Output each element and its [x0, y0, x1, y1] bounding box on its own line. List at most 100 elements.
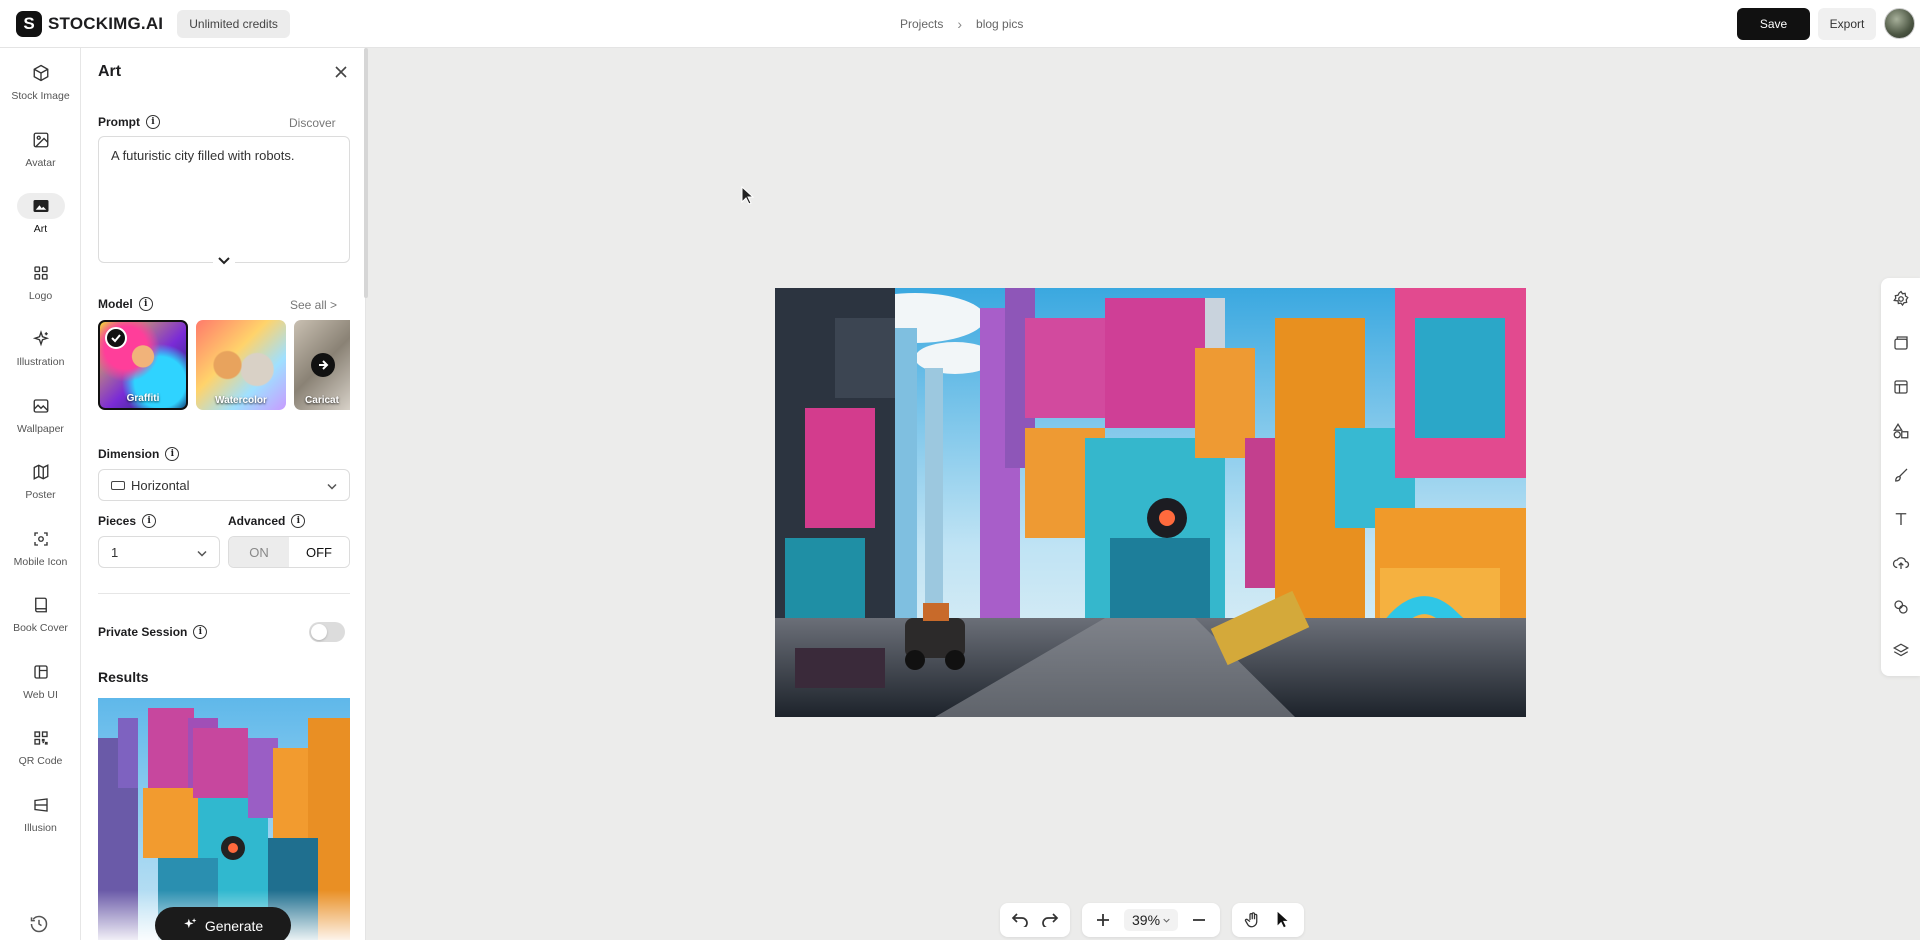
logo-text: STOCKIMG.AI: [48, 13, 164, 33]
qr-icon: [17, 725, 65, 751]
sparkle-icon: [183, 917, 197, 934]
nav-label: QR Code: [18, 755, 63, 767]
panel-title: Art: [98, 63, 122, 80]
tool-controls: [1232, 903, 1304, 937]
info-icon[interactable]: i: [193, 625, 208, 639]
pointer-icon[interactable]: [1268, 905, 1298, 935]
zoom-out-icon[interactable]: [1184, 905, 1214, 935]
divider: [98, 593, 350, 594]
nav-item-book-cover[interactable]: Book Cover: [0, 592, 81, 634]
folder-icon[interactable]: [1890, 332, 1912, 354]
nav-label: Stock Image: [11, 90, 70, 102]
chevron-right-icon: ›: [957, 16, 963, 32]
nav-item-stock-image[interactable]: Stock Image: [0, 60, 81, 102]
chevron-down-icon: [327, 478, 337, 493]
nav-label: Poster: [25, 489, 56, 501]
landscape-icon: [17, 393, 65, 419]
model-label: Model: [98, 297, 133, 311]
rectangle-icon: [111, 480, 125, 490]
layers-icon[interactable]: [1890, 640, 1912, 662]
upload-cloud-icon[interactable]: [1890, 552, 1912, 574]
user-avatar[interactable]: [1884, 8, 1915, 39]
undo-icon[interactable]: [1005, 905, 1035, 935]
nav-item-wallpaper[interactable]: Wallpaper: [0, 393, 81, 435]
generate-button[interactable]: Generate: [155, 907, 291, 940]
nav-item-illusion[interactable]: Illusion: [0, 792, 81, 834]
prompt-textarea[interactable]: A futuristic city filled with robots.: [98, 136, 350, 263]
info-icon[interactable]: i: [291, 514, 306, 528]
arrow-right-icon[interactable]: [311, 353, 335, 377]
results-title: Results: [98, 669, 149, 685]
model-card-graffiti[interactable]: Graffiti: [98, 320, 188, 410]
app-logo[interactable]: S STOCKIMG.AI: [16, 10, 164, 37]
left-nav: Stock Image Avatar Art Logo Illustration…: [0, 48, 81, 940]
chevron-down-icon[interactable]: [213, 252, 235, 270]
breadcrumb-current[interactable]: blog pics: [976, 17, 1023, 31]
nav-item-qr-code[interactable]: QR Code: [0, 725, 81, 767]
pieces-label-row: Pieces i: [98, 514, 157, 528]
advanced-label: Advanced: [228, 514, 286, 528]
nav-item-mobile-icon[interactable]: Mobile Icon: [0, 526, 81, 568]
sparkle-icon: [17, 326, 65, 352]
breadcrumb: Projects › blog pics: [900, 16, 1023, 32]
mouse-cursor-icon: [741, 185, 755, 209]
private-session-switch[interactable]: [309, 622, 345, 642]
nav-label: Art: [33, 223, 48, 235]
brush-icon[interactable]: [1890, 464, 1912, 486]
info-icon[interactable]: i: [165, 447, 180, 461]
nav-item-web-ui[interactable]: Web UI: [0, 659, 81, 701]
model-card-watercolor[interactable]: Watercolor: [196, 320, 286, 410]
info-icon[interactable]: i: [146, 115, 160, 129]
nav-item-logo[interactable]: Logo: [0, 260, 81, 302]
picture-icon: [16, 193, 65, 219]
model-name: Caricat: [305, 395, 339, 406]
template-icon[interactable]: [1890, 376, 1912, 398]
breadcrumb-projects[interactable]: Projects: [900, 17, 943, 31]
close-icon[interactable]: [331, 62, 351, 82]
prompt-label-row: Prompt i: [98, 115, 160, 129]
save-button[interactable]: Save: [1737, 8, 1810, 40]
dimension-label-row: Dimension i: [98, 447, 180, 461]
shapes-icon[interactable]: [1890, 420, 1912, 442]
nav-item-poster[interactable]: Poster: [0, 459, 81, 501]
zoom-in-icon[interactable]: [1088, 905, 1118, 935]
nav-item-avatar[interactable]: Avatar: [0, 127, 81, 169]
zoom-level-select[interactable]: 39%: [1124, 909, 1179, 931]
nav-label: Wallpaper: [17, 423, 64, 435]
prompt-label: Prompt: [98, 115, 140, 129]
info-icon[interactable]: i: [138, 297, 153, 311]
nav-label: Book Cover: [13, 622, 68, 634]
history-icon[interactable]: [29, 914, 49, 937]
zoom-controls: 39%: [1082, 903, 1220, 937]
grid-icon: [17, 260, 65, 286]
text-icon[interactable]: [1890, 508, 1912, 530]
art-panel: Art Prompt i Discover A futuristic city …: [81, 48, 366, 940]
advanced-on-option[interactable]: ON: [229, 537, 289, 567]
model-name: Graffiti: [126, 393, 160, 404]
advanced-off-option[interactable]: OFF: [289, 537, 349, 567]
nav-item-illustration[interactable]: Illustration: [0, 326, 81, 368]
panel-scrollbar[interactable]: [364, 48, 368, 298]
nav-label: Mobile Icon: [13, 556, 68, 568]
ai-tools-icon[interactable]: [1890, 596, 1912, 618]
pieces-select[interactable]: 1: [98, 536, 220, 568]
book-icon: [17, 592, 65, 618]
right-toolbar: [1881, 278, 1920, 676]
dimension-select[interactable]: Horizontal: [98, 469, 350, 501]
layout-icon: [17, 659, 65, 685]
discover-link[interactable]: Discover: [289, 116, 336, 130]
see-all-link[interactable]: See all >: [290, 298, 337, 312]
hand-icon[interactable]: [1238, 905, 1268, 935]
map-icon: [17, 459, 65, 485]
redo-icon[interactable]: [1035, 905, 1065, 935]
nav-item-art[interactable]: Art: [0, 193, 81, 235]
dimension-value: Horizontal: [131, 477, 190, 493]
export-button[interactable]: Export: [1818, 8, 1876, 40]
info-icon[interactable]: i: [142, 514, 157, 528]
nav-label: Avatar: [25, 157, 56, 169]
canvas-artwork[interactable]: [775, 288, 1526, 717]
credits-badge[interactable]: Unlimited credits: [177, 9, 290, 38]
settings-icon[interactable]: [1890, 288, 1912, 310]
logo-mark: S: [16, 10, 42, 37]
top-bar: S STOCKIMG.AI Unlimited credits Projects…: [0, 0, 1920, 48]
